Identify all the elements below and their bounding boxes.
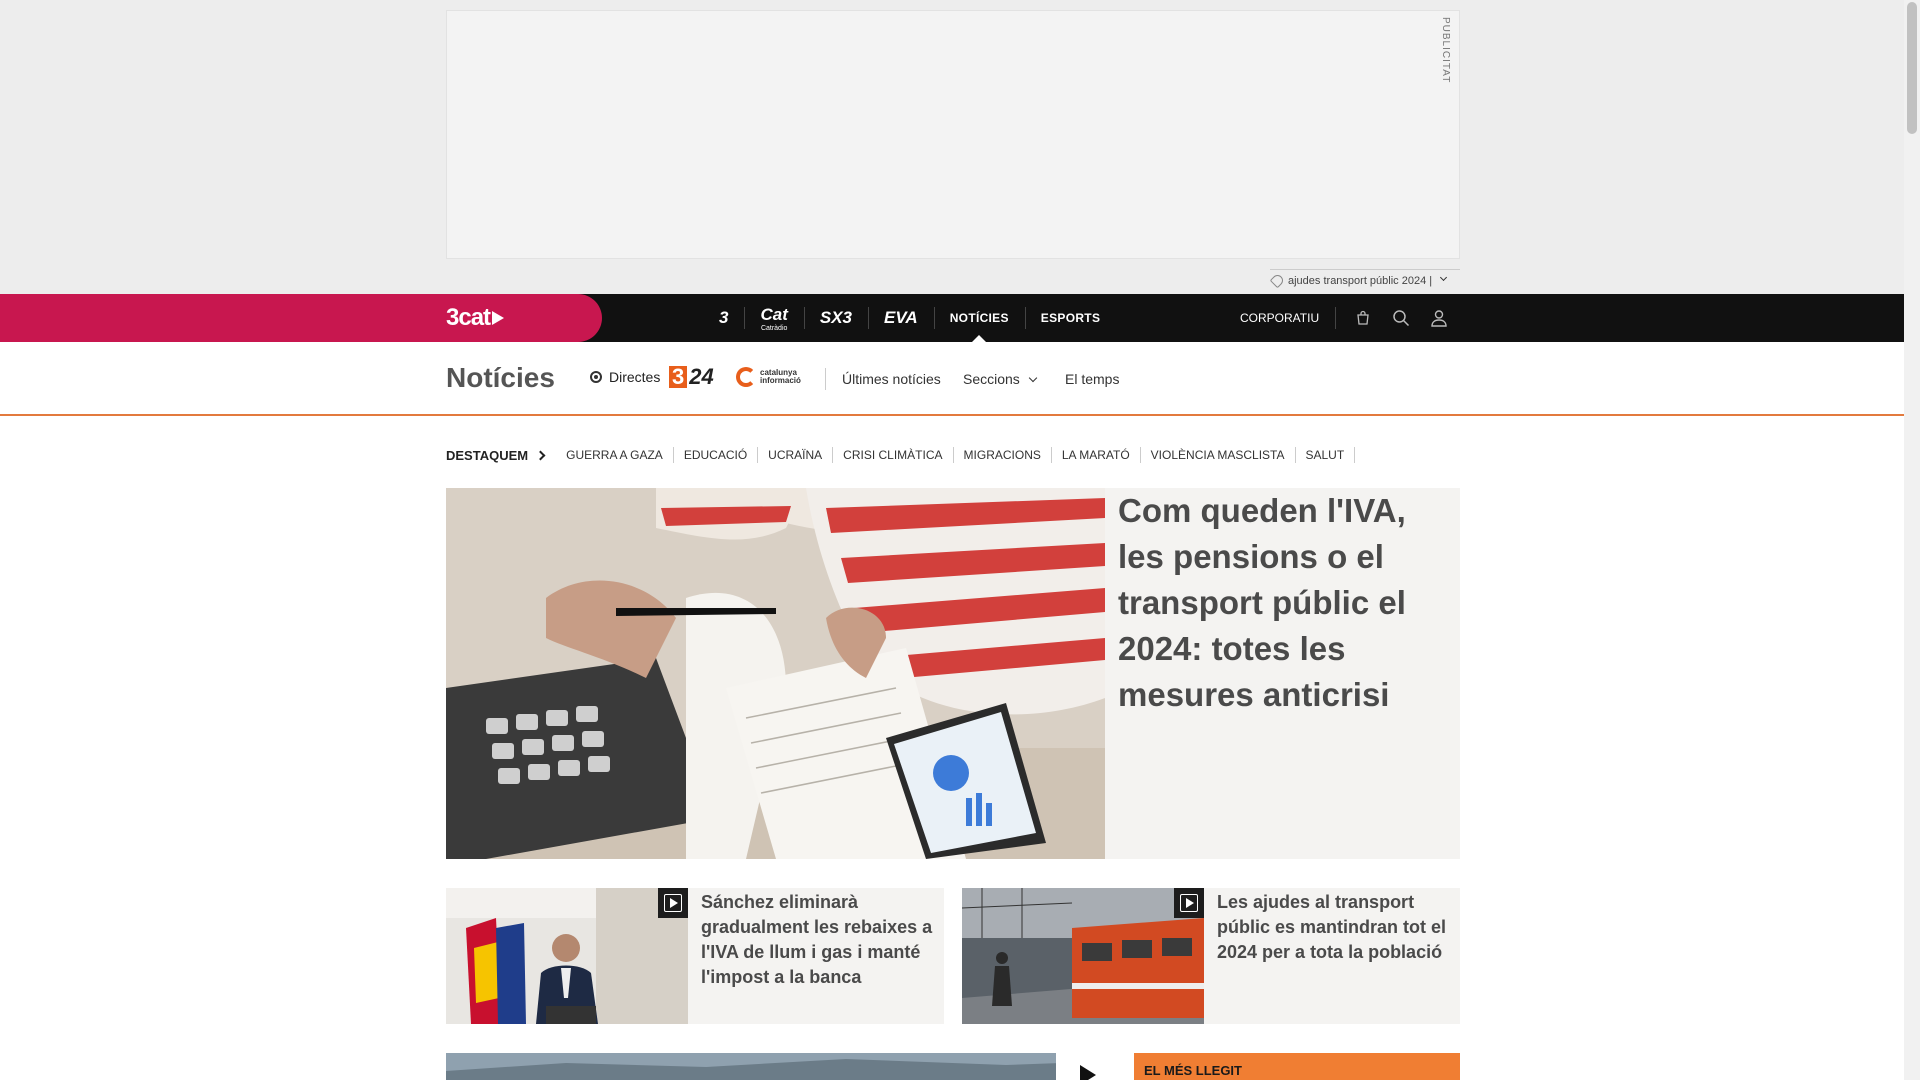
seccions-label: Seccions [963,371,1020,387]
directes-link[interactable]: Directes [590,369,660,385]
article-card[interactable]: Les ajudes al transport públic es mantin… [962,888,1460,1024]
ci-line2: informació [760,376,801,385]
destaquem-label: DESTAQUEM [446,447,529,463]
chevron-down-icon [1028,373,1038,383]
top-navigation: 3cat 3 Cat Catràdio SX3 EVA NOTÍCIES ESPO… [0,294,1904,342]
hero-title[interactable]: Com queden l'IVA, les pensions o el tran… [1118,488,1448,718]
channel-tv3[interactable]: 3 [703,294,744,342]
play-frame [664,894,682,912]
video-play-button[interactable] [1174,888,1204,918]
channel-esports[interactable]: ESPORTS [1024,294,1116,342]
ad-sub-label: ajudes transport públic 2024 | [1288,274,1433,287]
directes-label: Directes [609,369,661,385]
nav-right: CORPORATIU [1240,294,1458,342]
live-icon [590,371,602,383]
article-image[interactable] [962,888,1204,1024]
shopping-bag-icon[interactable] [1344,294,1382,342]
article-image[interactable] [446,1053,1116,1080]
scrollbar-track[interactable] [1904,0,1920,1080]
search-icon[interactable] [1382,294,1420,342]
tag-item[interactable]: GUERRA A GAZA [556,447,674,463]
channel-esports-label: ESPORTS [1040,311,1101,325]
logo-324-part-a: 3 [669,366,688,388]
article-title[interactable]: Les ajudes al transport públic es mantin… [1217,890,1452,965]
video-play-button[interactable] [658,888,688,918]
tag-item[interactable]: LA MARATÓ [1052,447,1141,463]
tag-item[interactable]: VIOLÈNCIA MASCLISTA [1141,447,1296,463]
ad-banner[interactable]: PUBLICITAT [446,10,1460,259]
channel-eva[interactable]: EVA [868,294,934,342]
3cat-logo[interactable]: 3cat [446,304,505,331]
video-play-button[interactable] [1056,1053,1116,1080]
channel-catradio-label: Cat Catràdio [760,305,787,332]
most-read-panel: EL MÉS LLEGIT [1134,1053,1460,1080]
3cat24-logo[interactable]: 3 24 [669,364,714,390]
tag-item[interactable]: CRISI CLIMÀTICA [833,447,954,463]
catradio-logo-text: Cat [760,304,788,324]
article-title[interactable]: Sánchez eliminarà gradualment les rebaix… [701,890,936,990]
divider [825,368,826,390]
play-icon [1079,1065,1096,1080]
catradio-sub: Catràdio [760,324,788,332]
channel-eva-label: EVA [884,308,918,327]
catalunya-informacio-logo[interactable]: catalunya informació [736,367,801,387]
article-image[interactable] [446,888,688,1024]
tag-item[interactable]: EDUCACIÓ [674,447,759,463]
hero-image[interactable] [446,488,1105,859]
arrow-icon [492,311,505,325]
page: PUBLICITAT ajudes transport públic 2024 … [0,0,1920,1080]
channel-catradio[interactable]: Cat Catràdio [744,294,803,342]
brand-slab [0,294,602,342]
tag-icon [1269,272,1286,289]
seccions-dropdown[interactable]: Seccions [963,371,1038,387]
brand-text: 3cat [446,304,491,331]
destaquem-link[interactable]: DESTAQUEM [446,447,546,463]
ultimes-noticies-link[interactable]: Últimes notícies [842,371,941,387]
most-read-heading: EL MÉS LLEGIT [1144,1063,1242,1078]
el-temps-link[interactable]: El temps [1065,371,1119,387]
channel-noticies-label: NOTÍCIES [949,311,1009,325]
play-icon [1186,898,1194,908]
corporatiu-link[interactable]: CORPORATIU [1240,307,1337,329]
ad-band: PUBLICITAT ajudes transport públic 2024 … [0,0,1904,294]
ci-circle-icon [736,367,756,387]
tag-item[interactable]: SALUT [1296,447,1356,463]
tag-item[interactable]: UCRAÏNA [758,447,834,463]
channel-sx3[interactable]: SX3 [803,294,868,342]
section-navigation: Notícies Directes 3 24 catalunya informac… [0,342,1904,416]
ad-info-dropdown[interactable]: ajudes transport públic 2024 | [1269,269,1460,291]
hero-article[interactable]: Com queden l'IVA, les pensions o el tran… [446,488,1460,859]
play-icon [670,898,678,908]
section-title[interactable]: Notícies [446,362,555,394]
tag-item[interactable]: MIGRACIONS [954,447,1052,463]
highlight-tags: DESTAQUEM GUERRA A GAZA EDUCACIÓ UCRAÏNA… [446,446,1356,464]
chevron-right-icon [535,450,546,460]
channel-list: 3 Cat Catràdio SX3 EVA NOTÍCIES ESPORTS [703,294,1116,342]
play-frame [1180,894,1198,912]
chevron-down-icon [1440,273,1448,282]
ci-text: catalunya informació [760,369,801,385]
article-card[interactable]: Sánchez eliminarà gradualment les rebaix… [446,888,944,1024]
logo-324-part-b: 24 [689,364,714,389]
ad-label: PUBLICITAT [1440,17,1451,84]
user-icon[interactable] [1420,294,1458,342]
channel-sx3-label: SX3 [819,308,853,327]
channel-noticies[interactable]: NOTÍCIES [933,294,1025,342]
channel-tv3-label: 3 [719,308,729,327]
scrollbar-thumb[interactable] [1907,2,1917,134]
